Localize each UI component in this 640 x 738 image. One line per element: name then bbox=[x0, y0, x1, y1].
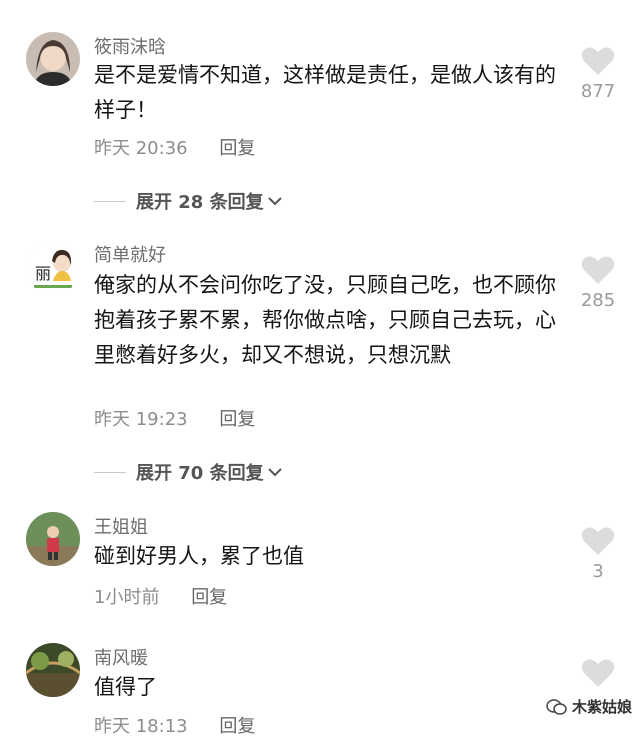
reply-button[interactable]: 回复 bbox=[219, 409, 255, 430]
avatar[interactable]: 丽 bbox=[26, 241, 80, 295]
comment-text: 碰到好男人，累了也值 bbox=[94, 544, 304, 568]
avatar[interactable] bbox=[26, 512, 80, 566]
username[interactable]: 筱雨沫晗 bbox=[94, 33, 166, 59]
avatar[interactable] bbox=[26, 643, 80, 697]
like-count: 877 bbox=[580, 81, 616, 102]
watermark-text: 木紫姑娘 bbox=[571, 698, 632, 716]
heart-icon bbox=[581, 47, 615, 75]
heart-icon bbox=[581, 256, 615, 284]
timestamp: 昨天 19:23 bbox=[94, 409, 188, 430]
like-button[interactable]: 285 bbox=[574, 255, 622, 311]
like-count: 3 bbox=[592, 561, 604, 582]
watermark: 木紫姑娘 bbox=[546, 696, 632, 717]
avatar-text: 丽 bbox=[35, 264, 51, 283]
chevron-down-icon bbox=[267, 197, 282, 206]
timestamp: 1小时前 bbox=[94, 587, 160, 608]
like-count: 285 bbox=[580, 290, 616, 311]
username[interactable]: 简单就好 bbox=[94, 241, 166, 267]
wechat-icon bbox=[546, 698, 567, 715]
reply-button[interactable]: 回复 bbox=[219, 138, 255, 159]
comment-text: 是不是爱情不知道，这样做是责任，是做人该有的样子！ bbox=[94, 63, 556, 122]
comment-meta: 昨天 20:36 回复 bbox=[94, 134, 255, 160]
comment-text: 俺家的从不会问你吃了没，只顾自己吃，也不顾你抱着孩子累不累，帮你做点啥，只顾自己… bbox=[94, 273, 556, 367]
comment-meta: 1小时前 回复 bbox=[94, 583, 227, 609]
username[interactable]: 南风暖 bbox=[94, 644, 148, 670]
expand-replies-button[interactable]: 展开 28 条回复 bbox=[94, 188, 282, 214]
chevron-down-icon bbox=[267, 468, 282, 477]
heart-icon bbox=[581, 659, 615, 687]
divider bbox=[94, 200, 126, 202]
heart-icon bbox=[581, 527, 615, 555]
timestamp: 昨天 20:36 bbox=[94, 138, 188, 159]
like-button[interactable] bbox=[574, 658, 622, 688]
like-button[interactable]: 3 bbox=[574, 526, 622, 582]
username[interactable]: 王姐姐 bbox=[94, 513, 148, 539]
reply-button[interactable]: 回复 bbox=[191, 587, 227, 608]
expand-label: 展开 70 条回复 bbox=[136, 463, 264, 484]
divider bbox=[94, 471, 126, 473]
expand-replies-button[interactable]: 展开 70 条回复 bbox=[94, 459, 282, 485]
expand-label: 展开 28 条回复 bbox=[136, 192, 264, 213]
comment-meta: 昨天 18:13 回复 bbox=[94, 712, 255, 738]
comment-meta: 昨天 19:23 回复 bbox=[94, 405, 255, 431]
avatar[interactable] bbox=[26, 32, 80, 86]
like-button[interactable]: 877 bbox=[574, 46, 622, 102]
comment-text: 值得了 bbox=[94, 675, 157, 699]
